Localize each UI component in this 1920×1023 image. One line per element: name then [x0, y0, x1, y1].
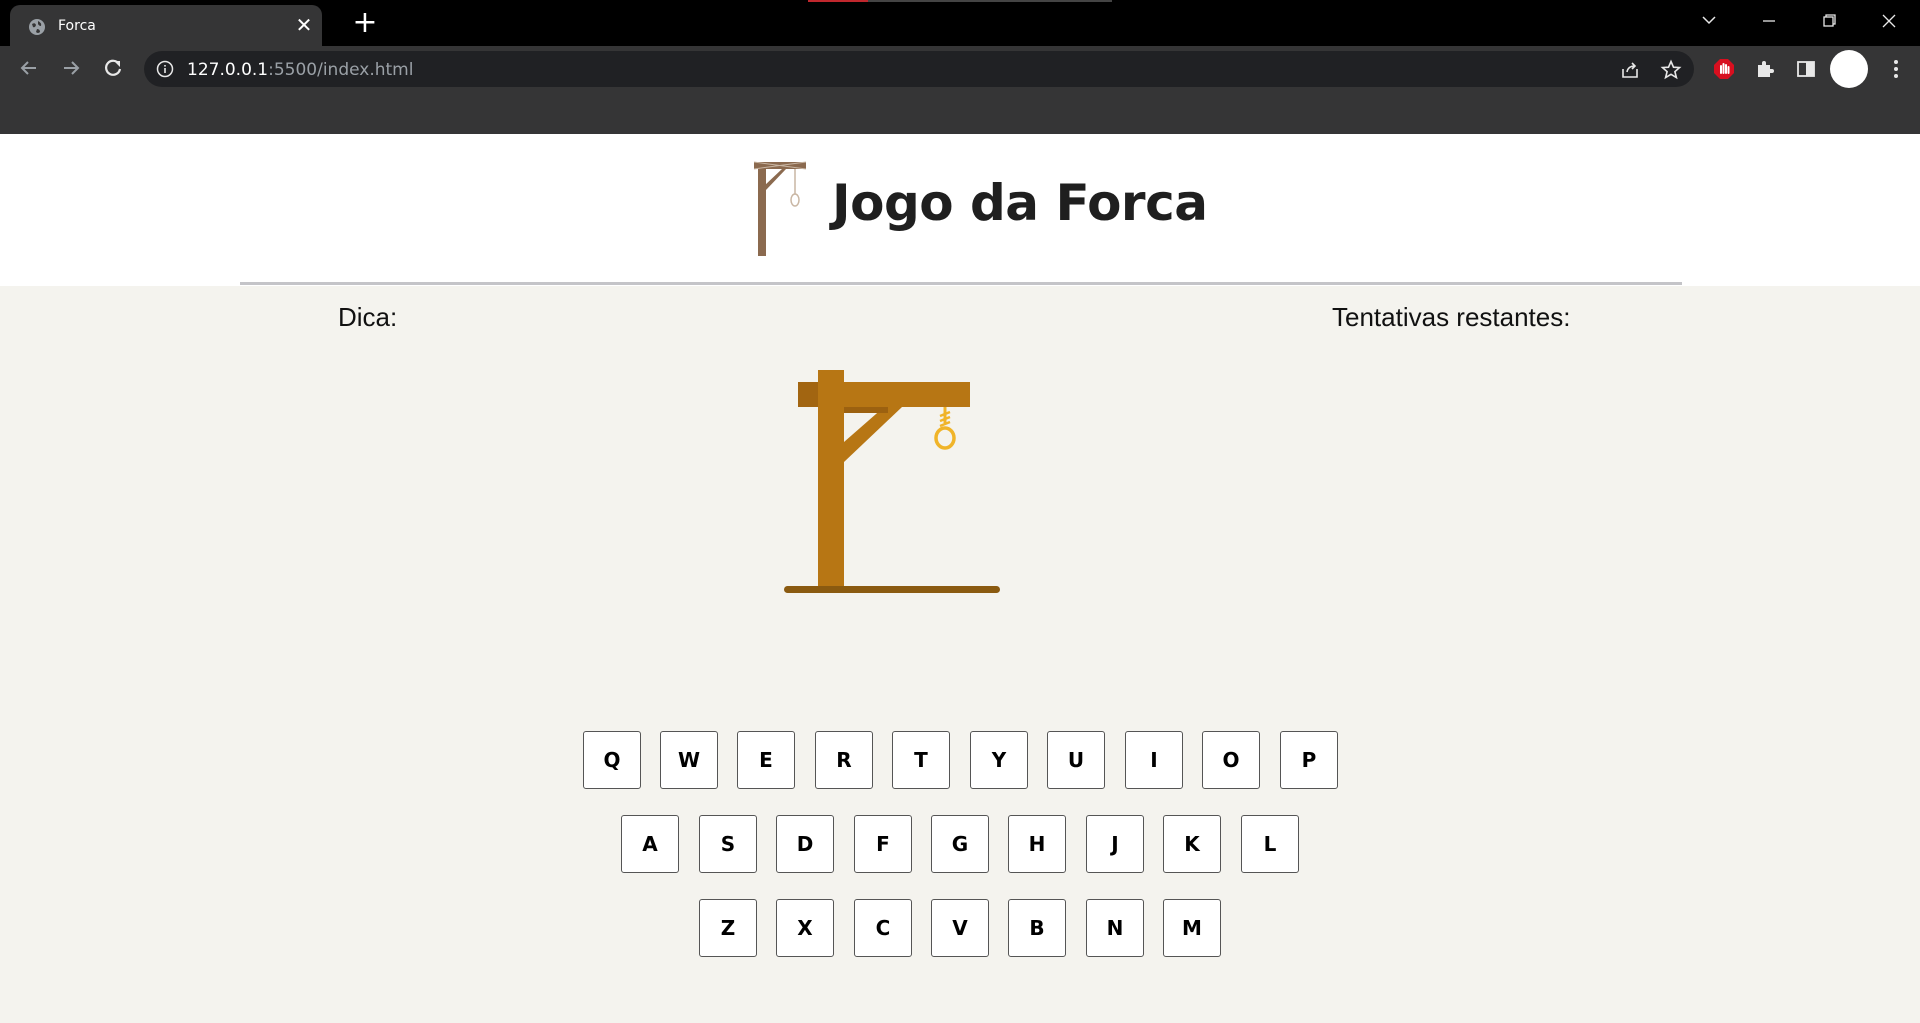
key-l[interactable]: L: [1241, 815, 1299, 873]
info-icon[interactable]: [156, 60, 174, 78]
key-r[interactable]: R: [815, 731, 873, 789]
remaining-tries-label: Tentativas restantes:: [1332, 302, 1571, 332]
key-j[interactable]: J: [1086, 815, 1144, 873]
profile-avatar[interactable]: [1830, 50, 1868, 88]
key-b[interactable]: B: [1008, 899, 1066, 957]
close-window-icon[interactable]: [1866, 6, 1912, 36]
adblock-extension-icon[interactable]: [1713, 58, 1735, 80]
side-panel-icon[interactable]: [1795, 58, 1817, 80]
key-g[interactable]: G: [931, 815, 989, 873]
key-z[interactable]: Z: [699, 899, 757, 957]
gallows-logo-icon: [753, 161, 807, 256]
key-a[interactable]: A: [621, 815, 679, 873]
forward-arrow-icon[interactable]: [58, 55, 84, 81]
reload-icon[interactable]: [100, 55, 126, 81]
gallows-beam-end: [798, 382, 818, 407]
tab-title: Forca: [58, 18, 96, 34]
key-o[interactable]: O: [1202, 731, 1260, 789]
bookmarks-bar: [0, 88, 1920, 134]
key-s[interactable]: S: [699, 815, 757, 873]
share-icon[interactable]: [1619, 59, 1641, 81]
more-menu-icon[interactable]: [1885, 58, 1907, 80]
key-w[interactable]: W: [660, 731, 718, 789]
key-k[interactable]: K: [1163, 815, 1221, 873]
key-t[interactable]: T: [892, 731, 950, 789]
back-arrow-icon[interactable]: [16, 55, 42, 81]
key-m[interactable]: M: [1163, 899, 1221, 957]
hint-label: Dica:: [338, 302, 398, 332]
key-h[interactable]: H: [1008, 815, 1066, 873]
url-path: :5500/index.html: [268, 60, 414, 80]
recording-indicator-track: [868, 0, 1112, 2]
gallows-brace: [844, 407, 902, 462]
globe-icon: [29, 19, 45, 35]
browser-tab[interactable]: Forca ✕: [10, 5, 322, 46]
url-text[interactable]: 127.0.0.1:5500/index.html: [187, 60, 413, 80]
tab-search-icon[interactable]: [1686, 6, 1732, 36]
key-i[interactable]: I: [1125, 731, 1183, 789]
url-host: 127.0.0.1: [187, 60, 269, 80]
page-header: Jogo da Forca: [0, 134, 1920, 286]
header-divider: [240, 282, 1682, 285]
bookmark-star-icon[interactable]: [1660, 59, 1682, 81]
key-f[interactable]: F: [854, 815, 912, 873]
key-q[interactable]: Q: [583, 731, 641, 789]
noose-icon: [934, 407, 956, 450]
key-p[interactable]: P: [1280, 731, 1338, 789]
key-v[interactable]: V: [931, 899, 989, 957]
gallows-beam-shadow: [844, 407, 888, 413]
new-tab-button[interactable]: +: [350, 8, 380, 38]
key-y[interactable]: Y: [970, 731, 1028, 789]
browser-toolbar: 127.0.0.1:5500/index.html: [0, 46, 1920, 88]
key-c[interactable]: C: [854, 899, 912, 957]
key-n[interactable]: N: [1086, 899, 1144, 957]
gallows-drawing: [784, 370, 1000, 593]
key-e[interactable]: E: [737, 731, 795, 789]
key-x[interactable]: X: [776, 899, 834, 957]
minimize-icon[interactable]: [1746, 6, 1792, 36]
tab-close-icon[interactable]: ✕: [294, 16, 314, 36]
gallows-base: [784, 586, 1000, 593]
recording-indicator: [808, 0, 868, 2]
restore-icon[interactable]: [1806, 6, 1852, 36]
key-u[interactable]: U: [1047, 731, 1105, 789]
address-bar[interactable]: 127.0.0.1:5500/index.html: [144, 51, 1694, 87]
browser-tabstrip: Forca ✕ +: [0, 0, 1920, 46]
page-title: Jogo da Forca: [832, 174, 1208, 232]
gallows-beam: [798, 382, 970, 407]
key-d[interactable]: D: [776, 815, 834, 873]
extensions-puzzle-icon[interactable]: [1754, 58, 1776, 80]
